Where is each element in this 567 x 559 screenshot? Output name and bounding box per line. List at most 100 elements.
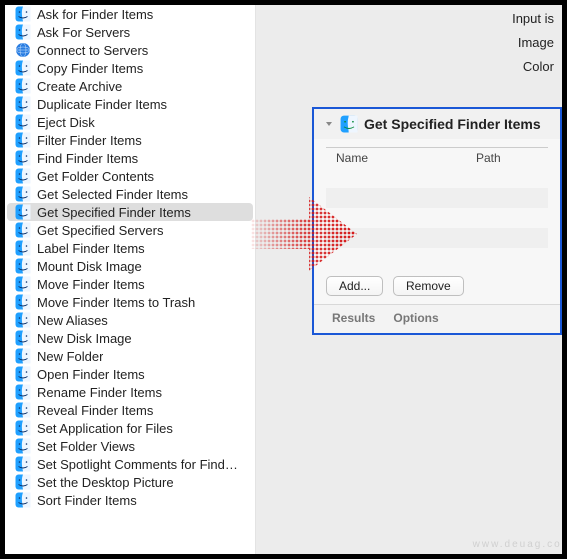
- finder-icon: [15, 240, 31, 256]
- sidebar-item-label: Create Archive: [37, 79, 122, 94]
- actions-sidebar[interactable]: Ask for Finder Items Ask For Servers Con…: [5, 5, 256, 554]
- options-tab[interactable]: Options: [393, 311, 438, 325]
- input-subtype-label: Color: [512, 57, 554, 77]
- finder-icon: [15, 6, 31, 22]
- items-table: Name Path: [326, 147, 548, 268]
- sidebar-item[interactable]: Ask for Finder Items: [7, 5, 253, 23]
- sidebar-item[interactable]: Get Specified Finder Items: [7, 203, 253, 221]
- sidebar-item[interactable]: Set the Desktop Picture: [7, 473, 253, 491]
- sidebar-item[interactable]: Set Application for Files: [7, 419, 253, 437]
- finder-icon: [15, 96, 31, 112]
- finder-icon: [15, 258, 31, 274]
- sidebar-item-label: Sort Finder Items: [37, 493, 137, 508]
- sidebar-item[interactable]: Eject Disk: [7, 113, 253, 131]
- add-button[interactable]: Add...: [326, 276, 383, 296]
- finder-icon: [15, 150, 31, 166]
- sidebar-item[interactable]: Set Folder Views: [7, 437, 253, 455]
- sidebar-item[interactable]: New Disk Image: [7, 329, 253, 347]
- table-row: [326, 208, 548, 228]
- sidebar-item-label: Filter Finder Items: [37, 133, 142, 148]
- column-name-header[interactable]: Name: [326, 151, 466, 165]
- sidebar-item-label: New Folder: [37, 349, 103, 364]
- sidebar-item[interactable]: Get Folder Contents: [7, 167, 253, 185]
- sidebar-item-label: Set Folder Views: [37, 439, 135, 454]
- sidebar-item-label: Mount Disk Image: [37, 259, 142, 274]
- canvas-header: Input is Image Color: [512, 9, 554, 81]
- finder-icon: [15, 366, 31, 382]
- sidebar-item[interactable]: Rename Finder Items: [7, 383, 253, 401]
- table-row: [326, 228, 548, 248]
- sidebar-item[interactable]: Get Specified Servers: [7, 221, 253, 239]
- sidebar-item[interactable]: Ask For Servers: [7, 23, 253, 41]
- sidebar-item[interactable]: Copy Finder Items: [7, 59, 253, 77]
- window: Ask for Finder Items Ask For Servers Con…: [0, 0, 567, 559]
- action-card-footer: Results Options: [314, 304, 560, 333]
- sidebar-item-label: Eject Disk: [37, 115, 95, 130]
- finder-icon: [15, 204, 31, 220]
- finder-icon: [15, 312, 31, 328]
- column-path-header[interactable]: Path: [466, 151, 548, 165]
- sidebar-item[interactable]: Sort Finder Items: [7, 491, 253, 509]
- action-card-title: Get Specified Finder Items: [364, 116, 541, 132]
- sidebar-item-label: Get Specified Servers: [37, 223, 163, 238]
- sidebar-item-label: Set Spotlight Comments for Finder Items: [37, 457, 245, 472]
- finder-icon: [15, 78, 31, 94]
- sidebar-item[interactable]: Find Finder Items: [7, 149, 253, 167]
- sidebar-item-label: Open Finder Items: [37, 367, 145, 382]
- disclosure-icon[interactable]: [322, 117, 336, 131]
- finder-icon: [15, 132, 31, 148]
- finder-icon: [15, 294, 31, 310]
- sidebar-item[interactable]: Create Archive: [7, 77, 253, 95]
- finder-icon: [15, 60, 31, 76]
- sidebar-item[interactable]: Reveal Finder Items: [7, 401, 253, 419]
- sidebar-item[interactable]: Move Finder Items to Trash: [7, 293, 253, 311]
- sidebar-item-label: Move Finder Items: [37, 277, 145, 292]
- sidebar-item[interactable]: Move Finder Items: [7, 275, 253, 293]
- table-row: [326, 248, 548, 268]
- sidebar-item[interactable]: Mount Disk Image: [7, 257, 253, 275]
- sidebar-item[interactable]: New Aliases: [7, 311, 253, 329]
- sidebar-item-label: Get Folder Contents: [37, 169, 154, 184]
- finder-icon: [15, 456, 31, 472]
- finder-icon: [15, 348, 31, 364]
- sidebar-item-label: Get Selected Finder Items: [37, 187, 188, 202]
- watermark: www.deuag.com: [473, 539, 567, 550]
- sidebar-item-label: Reveal Finder Items: [37, 403, 153, 418]
- sidebar-item[interactable]: Get Selected Finder Items: [7, 185, 253, 203]
- remove-button[interactable]: Remove: [393, 276, 464, 296]
- sidebar-item-label: Set Application for Files: [37, 421, 173, 436]
- table-row: [326, 188, 548, 208]
- finder-icon: [15, 492, 31, 508]
- finder-icon: [15, 420, 31, 436]
- sidebar-item[interactable]: Connect to Servers: [7, 41, 253, 59]
- finder-icon: [340, 115, 358, 133]
- input-type-label: Image: [512, 33, 554, 53]
- sidebar-item-label: Rename Finder Items: [37, 385, 162, 400]
- finder-icon: [15, 186, 31, 202]
- action-card-get-specified-finder-items[interactable]: Get Specified Finder Items Name Path Add…: [312, 107, 562, 335]
- action-card-buttons: Add... Remove: [314, 272, 560, 304]
- sidebar-item-label: Connect to Servers: [37, 43, 148, 58]
- sidebar-item-label: Move Finder Items to Trash: [37, 295, 195, 310]
- finder-icon: [15, 474, 31, 490]
- finder-icon: [15, 114, 31, 130]
- results-tab[interactable]: Results: [332, 311, 375, 325]
- sidebar-item-label: New Aliases: [37, 313, 108, 328]
- sidebar-item-label: Ask for Finder Items: [37, 7, 153, 22]
- workflow-canvas: Input is Image Color: [256, 5, 562, 554]
- items-table-body: [326, 168, 548, 268]
- sidebar-item-label: Get Specified Finder Items: [37, 205, 191, 220]
- finder-icon: [15, 276, 31, 292]
- action-card-header[interactable]: Get Specified Finder Items: [314, 109, 560, 139]
- sidebar-item-label: Copy Finder Items: [37, 61, 143, 76]
- sidebar-item-label: Label Finder Items: [37, 241, 145, 256]
- sidebar-item[interactable]: Open Finder Items: [7, 365, 253, 383]
- items-table-header: Name Path: [326, 148, 548, 168]
- sidebar-item[interactable]: New Folder: [7, 347, 253, 365]
- network-icon: [15, 42, 31, 58]
- sidebar-item[interactable]: Label Finder Items: [7, 239, 253, 257]
- sidebar-item[interactable]: Set Spotlight Comments for Finder Items: [7, 455, 253, 473]
- table-row: [326, 168, 548, 188]
- sidebar-item[interactable]: Duplicate Finder Items: [7, 95, 253, 113]
- sidebar-item[interactable]: Filter Finder Items: [7, 131, 253, 149]
